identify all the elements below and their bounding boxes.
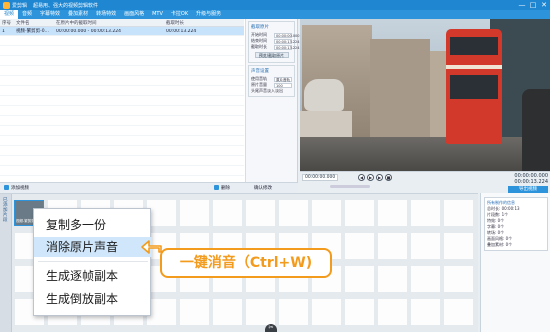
stop-icon[interactable]: ■ [385,174,392,181]
clip-list-panel: 序号 文件名 在原片中的截取时间 截取时长 1 视频-繁剪剪-0... 00:0… [0,19,300,189]
menu-item-frame-copy[interactable]: 生成逐帧副本 [34,266,152,286]
context-menu: 复制多一份 消除原片声音 生成逐帧副本 生成倒放副本 [33,208,152,316]
app-slogan: 超易用、强大的视频剪辑软件 [33,2,99,9]
add-icon [4,185,9,190]
player-controls: 00:00:00.000 ◀ ▶ ▶ ■ 00:00:00.000 00:00:… [300,171,550,193]
clip-table-header: 序号 文件名 在原片中的截取时间 截取时长 [0,19,244,27]
playback-position: 00:00:00.000 00:00:13.224 [514,173,548,185]
tab-upgrade[interactable]: 升级与服务 [192,10,225,19]
bus-band [446,65,502,69]
menu-item-duplicate[interactable]: 复制多一份 [34,215,152,235]
app-window: 爱剪辑 超易用、强大的视频剪辑软件 — □ ✕ 视频 音频 字幕特效 叠加素材 … [0,0,550,332]
tab-subtitle[interactable]: 字幕特效 [36,10,64,19]
menu-item-remove-audio[interactable]: 消除原片声音 [34,237,152,257]
trim-header: 截取原片 [251,25,269,30]
track-select[interactable]: 原片音轨 [274,76,292,82]
app-name: 爱剪辑 [12,2,28,9]
main-tab-bar: 视频 音频 字幕特效 叠加素材 转场特效 画面风格 MTV 卡拉OK 升级与服务 [0,10,550,19]
video-preview[interactable] [300,19,550,171]
minimize-icon[interactable]: — [518,1,526,9]
next-frame-icon[interactable]: ▶ [376,174,383,181]
clip-settings-panel: 截取原片 开始时间 00:00:00.000 结束时间 00:00:13.224 截… [245,19,300,189]
timecode-field[interactable]: 00:00:00.000 [302,174,339,181]
window-controls: — □ ✕ [518,1,548,9]
volume-field[interactable]: 100 [274,82,292,88]
preview-building [370,39,430,143]
storyboard-tab-label: 已添加片段 [3,198,8,223]
preview-pedestal [300,111,352,137]
delete-icon [214,185,219,190]
tab-karaoke[interactable]: 卡拉OK [167,10,192,19]
menu-item-reverse-copy[interactable]: 生成倒放副本 [34,289,152,309]
duration-field[interactable]: 00:00:13.224 [274,44,300,50]
preview-lion-statue [304,79,344,111]
duration-label: 截取时长 [251,44,267,49]
row-index: 1 [2,28,5,34]
tab-audio[interactable]: 音频 [18,10,36,19]
col-filename[interactable]: 文件名 [14,20,54,26]
fade-checkbox-label[interactable]: 头尾声音淡入淡出 [251,88,283,94]
menu-separator [38,261,148,262]
delete-button[interactable]: 删除 [214,185,230,192]
bus-window [450,75,498,99]
callout-text: 一键消音（Ctrl+W) [179,255,313,271]
close-icon[interactable]: ✕ [540,1,548,9]
scissors-icon[interactable]: ✂ [265,324,277,332]
start-time-field[interactable]: 00:00:00.000 [274,32,300,38]
app-logo-icon [3,1,10,9]
project-info-box: 所有制作的信息 总时长: 00:00:13 片段数: 1个 特效: 0个 字幕:… [484,197,548,251]
tab-overlay[interactable]: 叠加素材 [64,10,92,19]
add-video-button[interactable]: 添加视频 [4,185,29,192]
total-label: 00:00:13.224 [514,179,548,185]
audio-header: 声音设置 [251,69,269,74]
preview-trim-button[interactable]: 预览/截取原片 [254,52,289,58]
table-row[interactable]: 1 视频-繁剪剪-0... 00:00:00.000 - 00:00:13.22… [0,27,244,36]
seek-bar[interactable] [330,185,370,188]
row-trim-time: 00:00:00.000 - 00:00:13.224 [56,28,121,34]
play-icon[interactable]: ▶ [367,174,374,181]
tab-mtv[interactable]: MTV [148,10,167,19]
trim-settings-group: 截取原片 开始时间 00:00:00.000 结束时间 00:00:13.224 截… [248,21,300,63]
preview-red-bus [446,29,502,144]
end-time-field[interactable]: 00:00:13.224 [274,38,300,44]
add-video-label: 添加视频 [11,186,29,191]
delete-label: 删除 [221,186,230,191]
prev-frame-icon[interactable]: ◀ [358,174,365,181]
title-bar: 爱剪辑 超易用、强大的视频剪辑软件 — □ ✕ [0,0,550,10]
col-duration[interactable]: 截取时长 [164,20,224,26]
tab-style[interactable]: 画面风格 [120,10,148,19]
callout-arrow-icon [141,240,162,254]
preview-cyclist [522,89,550,171]
col-trim-time[interactable]: 在原片中的截取时间 [54,20,164,26]
info-line: 叠加素材: 0个 [487,242,513,247]
audio-settings-group: 声音设置 使用音轨 原片音轨 原片音量 100 头尾声音淡入淡出 [248,65,295,97]
row-duration: 00:00:13.224 [166,28,197,34]
project-info-panel: 所有制作的信息 总时长: 00:00:13 片段数: 1个 特效: 0个 字幕:… [480,193,550,332]
col-index[interactable]: 序号 [0,20,14,26]
shortcut-callout: 一键消音（Ctrl+W) [160,248,332,278]
tab-video[interactable]: 视频 [0,10,19,19]
bus-window [450,37,498,55]
tab-transition[interactable]: 转场特效 [92,10,120,19]
empty-table-rows [0,36,244,176]
export-video-button[interactable]: 导出视频 [508,186,548,193]
preview-road [300,137,550,171]
confirm-button[interactable]: 确认修改 [254,185,272,192]
clip-toolbar: 添加视频 删除 确认修改 [0,182,298,193]
maximize-icon[interactable]: □ [529,1,537,9]
row-filename: 视频-繁剪剪-0... [16,29,49,34]
storyboard-side-tab[interactable]: 已添加片段 [0,194,12,332]
